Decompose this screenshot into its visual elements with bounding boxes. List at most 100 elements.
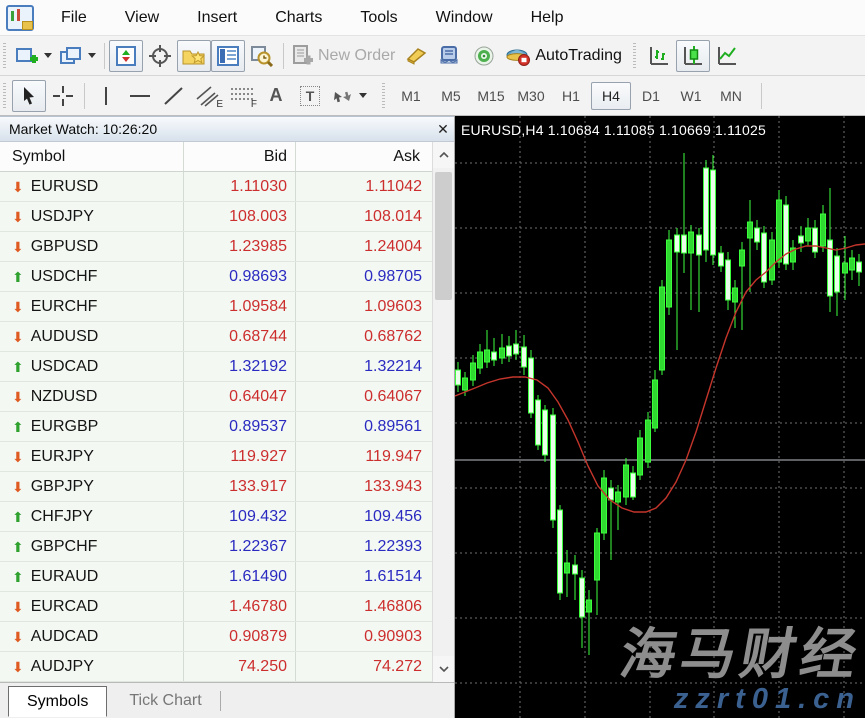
toolbar-grip[interactable] bbox=[2, 83, 9, 109]
new-order-button[interactable]: New Order bbox=[288, 40, 399, 72]
scroll-up-button[interactable] bbox=[433, 142, 454, 168]
symbol-row-gbpusd[interactable]: ⬇GBPUSD1.239851.24004 bbox=[0, 232, 432, 262]
bid-value: 0.64047 bbox=[184, 382, 296, 411]
bid-value: 1.61490 bbox=[184, 562, 296, 591]
market-watch-panel: Market Watch: 10:26:20 ✕ Symbol Bid Ask … bbox=[0, 116, 455, 718]
timeframe-m15[interactable]: M15 bbox=[471, 82, 511, 110]
menu-item-charts[interactable]: Charts bbox=[256, 9, 341, 27]
symbol-row-chfjpy[interactable]: ⬆CHFJPY109.432109.456 bbox=[0, 502, 432, 532]
menu-item-tools[interactable]: Tools bbox=[341, 9, 416, 27]
timeframe-m1[interactable]: M1 bbox=[391, 82, 431, 110]
down-arrow-icon: ⬇ bbox=[12, 600, 24, 614]
crosshair-target-icon bbox=[149, 45, 171, 67]
equidistant-channel-button[interactable]: E bbox=[191, 80, 225, 112]
new-chart-dropdown-caret bbox=[44, 53, 52, 58]
market-watch-titlebar[interactable]: Market Watch: 10:26:20 ✕ bbox=[0, 116, 454, 142]
down-arrow-icon: ⬇ bbox=[12, 210, 24, 224]
bar-chart-button[interactable] bbox=[642, 40, 676, 72]
ask-value: 1.11042 bbox=[296, 172, 432, 201]
cursor-button[interactable] bbox=[12, 80, 46, 112]
symbol-row-audcad[interactable]: ⬇AUDCAD0.908790.90903 bbox=[0, 622, 432, 652]
column-header-symbol[interactable]: Symbol bbox=[0, 142, 184, 171]
scroll-down-button[interactable] bbox=[433, 656, 454, 682]
menu-item-file[interactable]: File bbox=[42, 9, 106, 27]
bid-value: 1.22367 bbox=[184, 532, 296, 561]
toolbar-grip[interactable] bbox=[632, 43, 639, 69]
symbol-row-usdchf[interactable]: ⬆USDCHF0.986930.98705 bbox=[0, 262, 432, 292]
horizontal-line-button[interactable] bbox=[123, 80, 157, 112]
strategy-tester-button[interactable] bbox=[245, 40, 279, 72]
market-watch-icon bbox=[116, 46, 136, 66]
terminal-toggle-button[interactable] bbox=[211, 40, 245, 72]
arrows-tool-button[interactable] bbox=[327, 80, 371, 112]
symbol-row-gbpjpy[interactable]: ⬇GBPJPY133.917133.943 bbox=[0, 472, 432, 502]
autotrading-button[interactable]: AutoTrading bbox=[501, 40, 626, 72]
menu-item-insert[interactable]: Insert bbox=[178, 9, 256, 27]
vertical-line-button[interactable] bbox=[89, 80, 123, 112]
symbol-row-eurgbp[interactable]: ⬆EURGBP0.895370.89561 bbox=[0, 412, 432, 442]
text-label-button[interactable]: T bbox=[293, 80, 327, 112]
market-button[interactable] bbox=[467, 40, 501, 72]
symbol-row-eurcad[interactable]: ⬇EURCAD1.467801.46806 bbox=[0, 592, 432, 622]
ask-value: 74.272 bbox=[296, 652, 432, 681]
symbol-row-gbpchf[interactable]: ⬆GBPCHF1.223671.22393 bbox=[0, 532, 432, 562]
menu-item-help[interactable]: Help bbox=[512, 9, 583, 27]
symbol-row-usdjpy[interactable]: ⬇USDJPY108.003108.014 bbox=[0, 202, 432, 232]
market-watch-toggle-button[interactable] bbox=[109, 40, 143, 72]
menu-item-window[interactable]: Window bbox=[417, 9, 512, 27]
column-header-bid[interactable]: Bid bbox=[184, 142, 296, 171]
market-watch-title: Market Watch: 10:26:20 bbox=[0, 121, 432, 137]
timeframe-m5[interactable]: M5 bbox=[431, 82, 471, 110]
timeframe-h4[interactable]: H4 bbox=[591, 82, 631, 110]
symbol-row-eurchf[interactable]: ⬇EURCHF1.095841.09603 bbox=[0, 292, 432, 322]
candlestick-button[interactable] bbox=[676, 40, 710, 72]
down-arrow-icon: ⬇ bbox=[12, 180, 24, 194]
timeframe-h1[interactable]: H1 bbox=[551, 82, 591, 110]
symbol-name: USDCAD bbox=[31, 358, 99, 376]
data-window-button[interactable] bbox=[143, 40, 177, 72]
scrollbar-thumb[interactable] bbox=[435, 172, 452, 300]
channel-letter: E bbox=[216, 99, 223, 110]
market-watch-tabs: Symbols Tick Chart bbox=[0, 682, 454, 718]
profiles-button[interactable] bbox=[56, 40, 100, 72]
symbol-list: ⬇EURUSD1.110301.11042⬇USDJPY108.003108.0… bbox=[0, 172, 432, 682]
new-chart-button[interactable] bbox=[12, 40, 56, 72]
symbol-row-audjpy[interactable]: ⬇AUDJPY74.25074.272 bbox=[0, 652, 432, 682]
timeframe-w1[interactable]: W1 bbox=[671, 82, 711, 110]
tab-symbols[interactable]: Symbols bbox=[8, 686, 107, 717]
up-arrow-icon: ⬆ bbox=[12, 570, 24, 584]
profiles-dropdown-caret bbox=[88, 53, 96, 58]
menu-item-view[interactable]: View bbox=[106, 9, 178, 27]
trendline-button[interactable] bbox=[157, 80, 191, 112]
column-header-ask[interactable]: Ask bbox=[296, 142, 432, 171]
timeframe-d1[interactable]: D1 bbox=[631, 82, 671, 110]
symbol-row-usdcad[interactable]: ⬆USDCAD1.321921.32214 bbox=[0, 352, 432, 382]
market-watch-header: Symbol Bid Ask bbox=[0, 142, 454, 172]
timeframe-mn[interactable]: MN bbox=[711, 82, 751, 110]
down-arrow-icon: ⬇ bbox=[12, 450, 24, 464]
symbol-row-eurjpy[interactable]: ⬇EURJPY119.927119.947 bbox=[0, 442, 432, 472]
navigator-toggle-button[interactable] bbox=[177, 40, 211, 72]
text-tool-icon: A bbox=[270, 85, 283, 106]
toolbar-grip[interactable] bbox=[381, 83, 388, 109]
chart-pane[interactable]: EURUSD,H4 1.10684 1.11085 1.10669 1.1102… bbox=[455, 116, 865, 718]
symbol-name: NZDUSD bbox=[31, 388, 98, 406]
scrollbar[interactable] bbox=[432, 142, 454, 682]
mql5-community-button[interactable] bbox=[433, 40, 467, 72]
text-button[interactable]: A bbox=[259, 80, 293, 112]
line-chart-button[interactable] bbox=[710, 40, 744, 72]
symbol-row-nzdusd[interactable]: ⬇NZDUSD0.640470.64067 bbox=[0, 382, 432, 412]
symbol-row-audusd[interactable]: ⬇AUDUSD0.687440.68762 bbox=[0, 322, 432, 352]
metaeditor-button[interactable] bbox=[399, 40, 433, 72]
close-icon[interactable]: ✕ bbox=[432, 121, 454, 138]
tab-tick-chart[interactable]: Tick Chart bbox=[111, 686, 219, 715]
fibonacci-button[interactable]: F bbox=[225, 80, 259, 112]
toolbar-separator bbox=[104, 43, 105, 69]
symbol-name: USDCHF bbox=[31, 268, 98, 286]
timeframe-m30[interactable]: M30 bbox=[511, 82, 551, 110]
symbol-name: EURCHF bbox=[31, 298, 98, 316]
symbol-row-eurusd[interactable]: ⬇EURUSD1.110301.11042 bbox=[0, 172, 432, 202]
crosshair-button[interactable] bbox=[46, 80, 80, 112]
toolbar-grip[interactable] bbox=[2, 43, 9, 69]
symbol-row-euraud[interactable]: ⬆EURAUD1.614901.61514 bbox=[0, 562, 432, 592]
